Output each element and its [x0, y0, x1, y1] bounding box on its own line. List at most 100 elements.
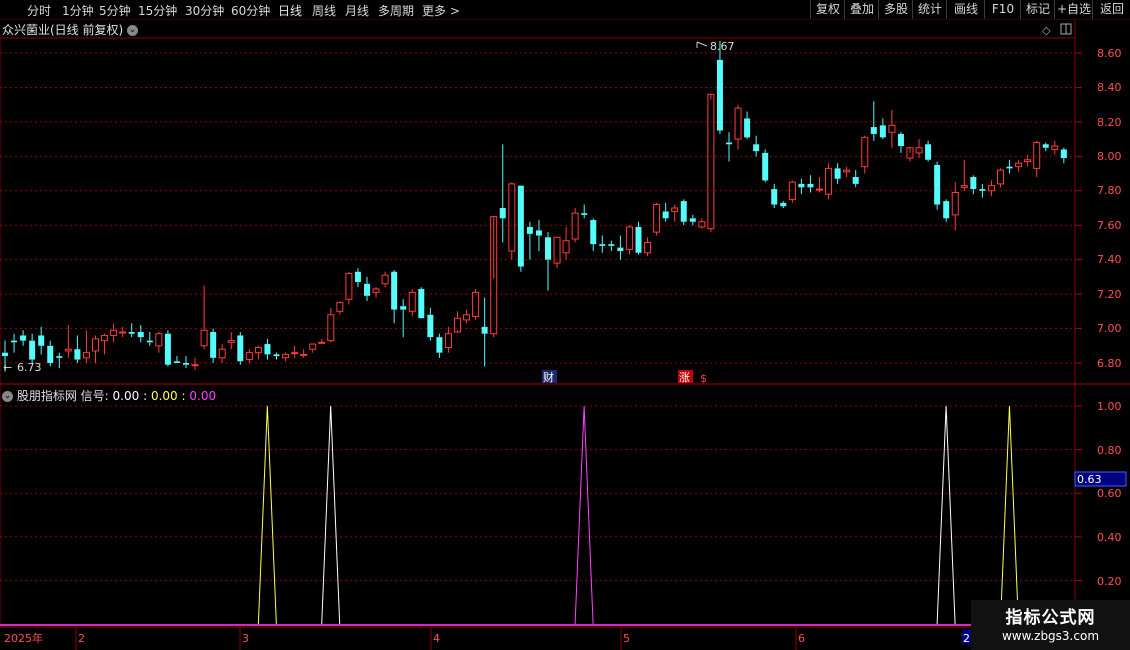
candle-body: [680, 201, 687, 222]
candle-body: [427, 314, 434, 338]
candle-body: [526, 226, 533, 234]
candle-body: [336, 302, 344, 312]
candle-body: [2, 352, 8, 357]
price-tick: 8.60: [1097, 47, 1122, 60]
candle-body: [454, 317, 461, 333]
candle-body: [734, 107, 742, 140]
month-tick: 5: [623, 632, 630, 645]
watermark-title: 指标公式网: [1005, 608, 1096, 628]
candle-body: [915, 147, 923, 154]
indicator-tick: 0.40: [1097, 531, 1122, 544]
chevron-down-icon[interactable]: ⌄: [2, 391, 13, 402]
candle-body: [345, 272, 353, 300]
price-tick: 7.20: [1097, 288, 1122, 301]
candle-body: [119, 331, 127, 334]
indicator-name: 股朋指标网: [16, 389, 77, 403]
signal-value-1: 0.00: [112, 389, 140, 403]
candle-body: [816, 188, 823, 191]
candle-body: [237, 335, 244, 362]
candle-body: [744, 118, 751, 138]
candle-body: [110, 329, 118, 336]
candle-body: [888, 124, 896, 133]
candle-body: [418, 288, 425, 319]
current-value: 0.63: [1077, 473, 1102, 486]
candle-body: [300, 353, 308, 356]
candle-body: [861, 136, 869, 168]
indicator-header: ⌄ 股朋指标网 信号: 0.00 : 0.00 : 0.00: [2, 389, 217, 403]
low-label: 6.73: [17, 361, 42, 374]
candle-body: [997, 169, 1004, 185]
candle-body: [499, 208, 506, 219]
candle-body: [852, 177, 859, 184]
candle-body: [1015, 162, 1023, 168]
candle-body: [1024, 159, 1032, 162]
candle-body: [372, 288, 380, 293]
candle-body: [834, 168, 841, 179]
candle-body: [798, 183, 805, 188]
indicator-tick: 0.60: [1097, 487, 1122, 500]
candle-body: [11, 340, 18, 343]
candle-body: [327, 314, 335, 342]
indicator-tick: 0.20: [1097, 575, 1122, 588]
price-tick: 7.80: [1097, 184, 1122, 197]
price-tick: 7.40: [1097, 253, 1122, 266]
rise-marker[interactable]: 涨: [679, 371, 690, 384]
candle-body: [291, 352, 299, 355]
candle-body: [535, 230, 542, 236]
candle-body: [960, 185, 968, 188]
candle-body: [463, 314, 471, 321]
candle-body: [227, 340, 235, 343]
candle-body: [128, 332, 135, 334]
candle-body: [210, 332, 217, 358]
price-tick: 7.60: [1097, 219, 1122, 232]
candle-body: [689, 218, 696, 222]
candle-body: [671, 207, 679, 212]
candle-body: [64, 348, 72, 352]
price-tick: 8.40: [1097, 81, 1122, 94]
candle-body: [391, 271, 398, 310]
candle-body: [870, 127, 877, 134]
candle-body: [1042, 144, 1049, 148]
dollar-marker[interactable]: $: [700, 372, 707, 385]
candle-body: [934, 164, 941, 205]
candle-body: [191, 364, 199, 367]
candle-body: [843, 169, 851, 173]
candle-body: [309, 343, 317, 350]
indicator-tick: 1.00: [1097, 400, 1122, 413]
candle-body: [635, 226, 642, 253]
signal-value-2: 0.00: [150, 389, 178, 403]
low-arrow-icon: ←: [3, 361, 12, 374]
diamond-icon[interactable]: ◇: [1042, 24, 1051, 37]
candle-body: [644, 241, 652, 254]
candle-body: [1006, 166, 1013, 169]
candle-body: [951, 192, 959, 216]
candle-body: [400, 306, 407, 310]
signal-spike: [999, 405, 1019, 625]
candle-body: [625, 226, 633, 250]
candle-body: [137, 332, 144, 338]
price-tick: 7.00: [1097, 322, 1122, 335]
candle-body: [879, 125, 886, 138]
candle-body: [29, 340, 36, 360]
finance-marker[interactable]: 财: [543, 370, 554, 384]
candle-body: [726, 142, 732, 145]
candle-body: [200, 329, 208, 347]
candle-body: [762, 152, 769, 181]
candle-body: [771, 189, 778, 205]
indicator-frame: [0, 383, 1076, 628]
chart-canvas: ◇ 8.60 8.40 8.20 8.00 7.80 7.60 7.40 7.2…: [0, 20, 1130, 650]
candle-body: [364, 283, 370, 296]
candle-body: [653, 204, 661, 233]
candle-body: [20, 335, 27, 341]
candle-body: [987, 185, 995, 192]
high-label: 8.67: [710, 40, 735, 53]
candle-body: [56, 356, 63, 358]
signal-label: 信号:: [80, 389, 109, 403]
candle-body: [562, 240, 570, 254]
candle-body: [662, 211, 669, 219]
candle-body: [599, 244, 606, 246]
candle-body: [82, 352, 90, 359]
candle-body: [1033, 142, 1041, 169]
candle-body: [925, 144, 932, 160]
candle-body: [608, 244, 615, 246]
